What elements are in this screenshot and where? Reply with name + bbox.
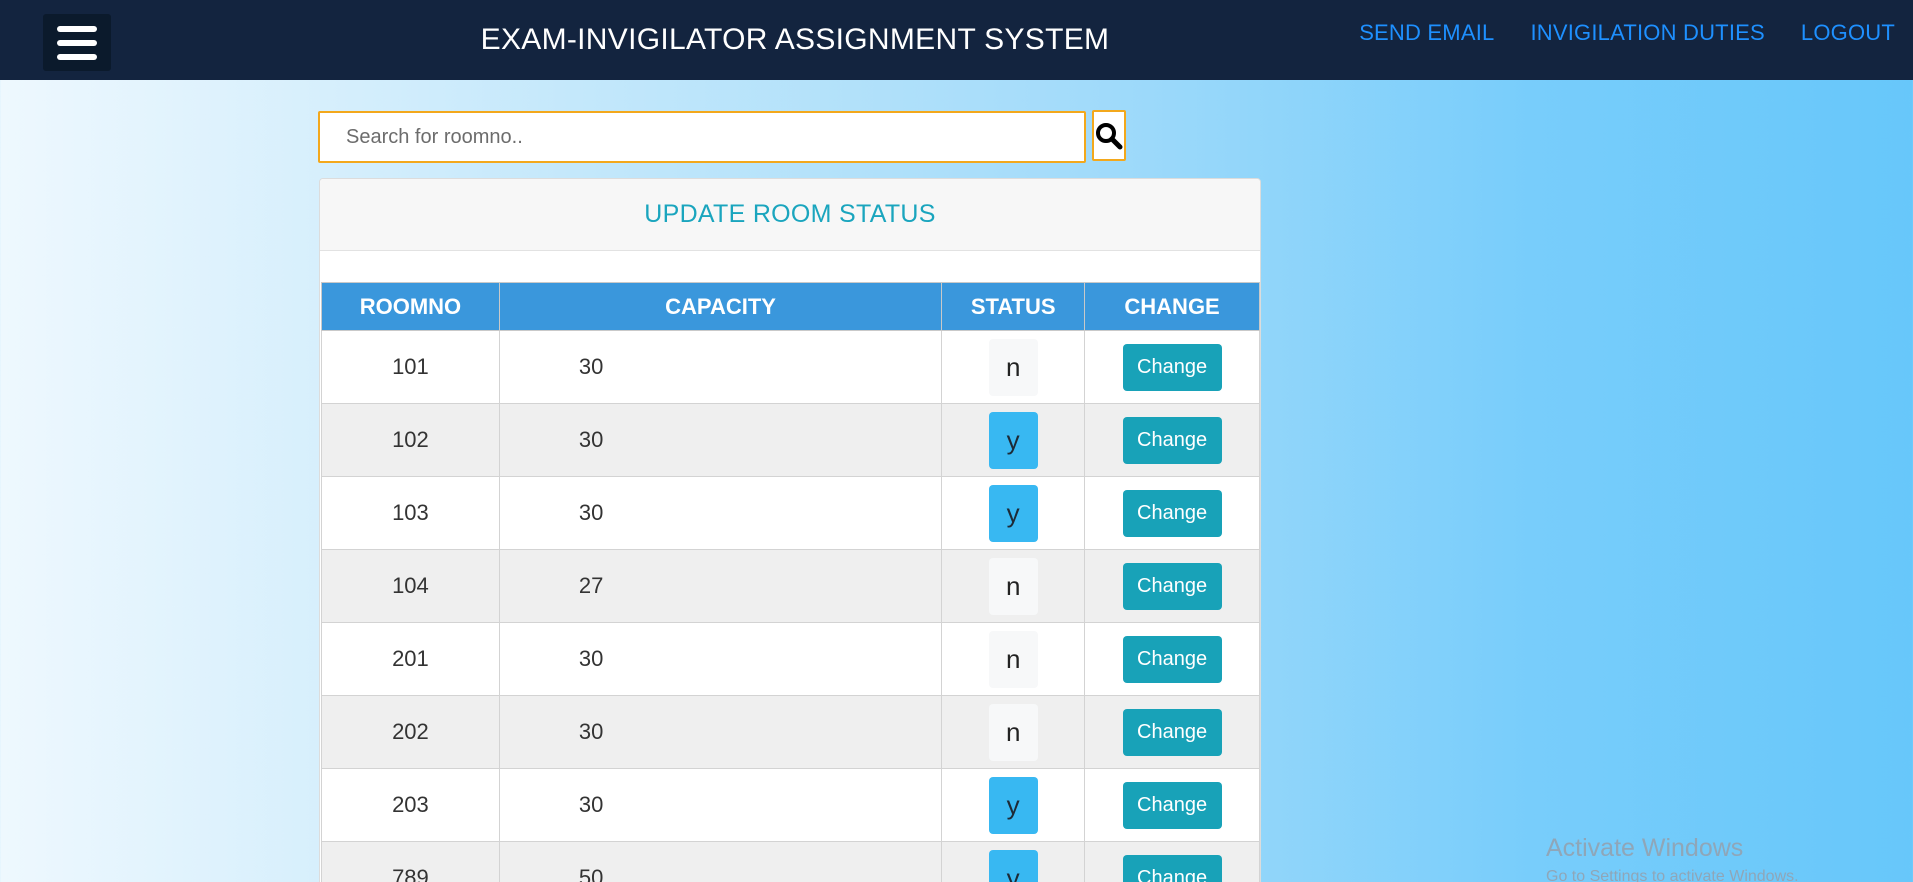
change-cell: Change — [1084, 768, 1260, 842]
nav-link-logout[interactable]: LOGOUT — [1801, 20, 1895, 46]
card-title: UPDATE ROOM STATUS — [320, 179, 1260, 251]
capacity-cell: 30 — [498, 768, 943, 842]
change-cell: Change — [1084, 695, 1260, 769]
change-cell: Change — [1084, 330, 1260, 404]
table-row: 102 30 y Change — [321, 403, 1260, 477]
change-cell: Change — [1084, 841, 1260, 882]
capacity-cell: 30 — [498, 403, 943, 477]
status-cell: n — [941, 695, 1086, 769]
roomno-cell: 104 — [321, 549, 500, 623]
status-cell: n — [941, 549, 1086, 623]
column-header-status: STATUS — [941, 282, 1086, 331]
app-title: EXAM-INVIGILATOR ASSIGNMENT SYSTEM — [480, 23, 1110, 56]
status-badge: y — [988, 411, 1038, 469]
change-button[interactable]: Change — [1122, 708, 1222, 756]
search-icon — [1096, 122, 1123, 149]
status-badge: n — [988, 557, 1038, 615]
column-header-roomno: ROOMNO — [321, 282, 500, 331]
table-row: 203 30 y Change — [321, 768, 1260, 842]
capacity-cell: 30 — [498, 695, 943, 769]
nav-link-send-email[interactable]: SEND EMAIL — [1359, 20, 1494, 46]
roomno-cell: 102 — [321, 403, 500, 477]
roomno-cell: 201 — [321, 622, 500, 696]
table-row: 103 30 y Change — [321, 476, 1260, 550]
roomno-cell: 789 — [321, 841, 500, 882]
status-cell: y — [941, 476, 1086, 550]
capacity-cell: 50 — [498, 841, 943, 882]
roomno-cell: 202 — [321, 695, 500, 769]
roomno-cell: 101 — [321, 330, 500, 404]
column-header-change: CHANGE — [1084, 282, 1260, 331]
table-row: 101 30 n Change — [321, 330, 1260, 404]
status-badge: n — [988, 338, 1038, 396]
status-badge: n — [988, 630, 1038, 688]
change-cell: Change — [1084, 549, 1260, 623]
nav-links: SEND EMAIL INVIGILATION DUTIES LOGOUT — [1359, 20, 1895, 46]
search-button[interactable] — [1092, 110, 1126, 161]
status-cell: y — [941, 841, 1086, 882]
room-status-table: ROOMNO CAPACITY STATUS CHANGE 101 30 n C… — [321, 282, 1260, 882]
change-button[interactable]: Change — [1122, 343, 1222, 391]
table-row: 789 50 y Change — [321, 841, 1260, 882]
table-row: 104 27 n Change — [321, 549, 1260, 623]
status-badge: n — [988, 703, 1038, 761]
table-row: 201 30 n Change — [321, 622, 1260, 696]
top-navbar: EXAM-INVIGILATOR ASSIGNMENT SYSTEM SEND … — [0, 0, 1913, 80]
change-cell: Change — [1084, 622, 1260, 696]
capacity-cell: 27 — [498, 549, 943, 623]
change-cell: Change — [1084, 403, 1260, 477]
activate-windows-watermark: Activate Windows — [1546, 834, 1744, 862]
capacity-cell: 30 — [498, 476, 943, 550]
change-button[interactable]: Change — [1122, 854, 1222, 882]
status-badge: y — [988, 484, 1038, 542]
change-button[interactable]: Change — [1122, 489, 1222, 537]
status-cell: n — [941, 622, 1086, 696]
change-cell: Change — [1084, 476, 1260, 550]
search-input[interactable] — [318, 111, 1086, 163]
table-header-row: ROOMNO CAPACITY STATUS CHANGE — [321, 282, 1260, 331]
status-cell: n — [941, 330, 1086, 404]
capacity-cell: 30 — [498, 622, 943, 696]
nav-link-invigilation-duties[interactable]: INVIGILATION DUTIES — [1530, 20, 1764, 46]
status-badge: y — [988, 776, 1038, 834]
room-status-card: UPDATE ROOM STATUS ROOMNO CAPACITY STATU… — [319, 178, 1261, 882]
status-badge: y — [988, 849, 1038, 882]
roomno-cell: 203 — [321, 768, 500, 842]
change-button[interactable]: Change — [1122, 635, 1222, 683]
activate-windows-subtitle: Go to Settings to activate Windows. — [1546, 868, 1799, 882]
change-button[interactable]: Change — [1122, 781, 1222, 829]
change-button[interactable]: Change — [1122, 416, 1222, 464]
column-header-capacity: CAPACITY — [498, 282, 943, 331]
change-button[interactable]: Change — [1122, 562, 1222, 610]
roomno-cell: 103 — [321, 476, 500, 550]
status-cell: y — [941, 768, 1086, 842]
table-row: 202 30 n Change — [321, 695, 1260, 769]
status-cell: y — [941, 403, 1086, 477]
capacity-cell: 30 — [498, 330, 943, 404]
